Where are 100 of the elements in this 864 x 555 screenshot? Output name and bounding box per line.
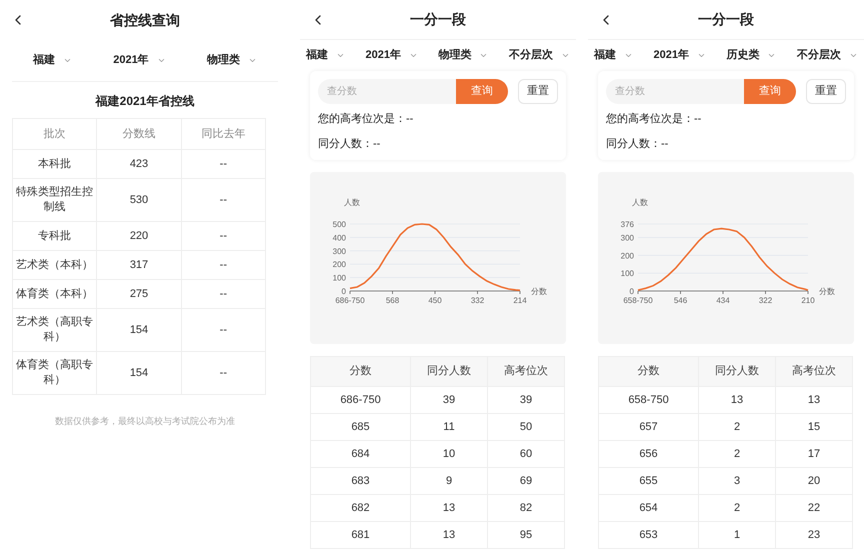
filter-dropdown[interactable]: 不分层次 bbox=[796, 46, 858, 64]
y-tick-label: 200 bbox=[620, 251, 634, 260]
column-header: 批次 bbox=[12, 118, 97, 150]
column-header: 高考位次 bbox=[776, 356, 852, 386]
y-axis-title: 人数 bbox=[632, 198, 648, 207]
table-cell: 684 bbox=[310, 440, 410, 468]
table-cell: 658-750 bbox=[598, 386, 698, 414]
table-cell: 本科批 bbox=[12, 150, 97, 178]
table-cell: 10 bbox=[410, 440, 488, 468]
table-cell: 专科批 bbox=[12, 222, 97, 250]
x-tick-label: 332 bbox=[470, 296, 484, 305]
table-cell: 317 bbox=[96, 250, 182, 280]
table-cell: 69 bbox=[488, 468, 564, 494]
table-cell: 艺术类（本科） bbox=[12, 250, 97, 280]
table-cell: 13 bbox=[698, 386, 776, 414]
column-header: 分数 bbox=[598, 356, 698, 386]
filter-dropdown[interactable]: 2021年 bbox=[654, 46, 706, 64]
filter-dropdown[interactable]: 不分层次 bbox=[508, 46, 570, 64]
filter-dropdown[interactable]: 历史类 bbox=[726, 46, 776, 64]
x-tick-label: 214 bbox=[513, 296, 527, 305]
table-cell: 20 bbox=[776, 468, 852, 494]
filter-dropdown[interactable]: 福建 bbox=[594, 46, 633, 64]
table-cell: 9 bbox=[410, 468, 488, 494]
y-tick-label: 0 bbox=[342, 287, 346, 296]
table-cell: 686-750 bbox=[310, 386, 410, 414]
reset-button[interactable]: 重置 bbox=[806, 79, 846, 104]
table-cell: 275 bbox=[96, 280, 182, 308]
score-input-field[interactable]: 查分数 bbox=[318, 79, 456, 104]
filter-dropdown[interactable]: 物理类 bbox=[438, 46, 488, 64]
score-input-field[interactable]: 查分数 bbox=[606, 79, 744, 104]
table-cell: 423 bbox=[96, 150, 182, 178]
y-tick-label: 500 bbox=[332, 220, 346, 229]
table-cell: 82 bbox=[488, 494, 564, 522]
chevron-down-icon bbox=[248, 56, 258, 65]
column-header: 分数线 bbox=[96, 118, 182, 150]
filter-dropdown[interactable]: 2021年 bbox=[113, 52, 166, 69]
y-tick-label: 400 bbox=[332, 233, 346, 242]
page-title: 一分一段 bbox=[410, 10, 466, 29]
table-cell: -- bbox=[181, 222, 266, 250]
table-cell: 2 bbox=[698, 414, 776, 440]
table-cell: 15 bbox=[776, 414, 852, 440]
chevron-down-icon bbox=[62, 56, 72, 65]
table-cell: -- bbox=[181, 178, 266, 222]
y-tick-label: 300 bbox=[332, 246, 346, 256]
x-tick-label: 658-750 bbox=[623, 296, 653, 305]
table-cell: 3 bbox=[698, 468, 776, 494]
table-cell: 39 bbox=[410, 386, 488, 414]
y-tick-label: 376 bbox=[620, 220, 634, 229]
table-cell: 22 bbox=[776, 494, 852, 522]
table-cell: 13 bbox=[410, 494, 488, 522]
chevron-down-icon bbox=[156, 56, 166, 65]
table-cell: 特殊类型招生控制线 bbox=[12, 178, 97, 222]
filter-dropdown[interactable]: 福建 bbox=[32, 52, 72, 69]
table-cell: 685 bbox=[310, 414, 410, 440]
table-cell: 682 bbox=[310, 494, 410, 522]
column-header: 同分人数 bbox=[410, 356, 488, 386]
x-tick-label: 450 bbox=[428, 296, 442, 305]
table-cell: 1 bbox=[698, 522, 776, 548]
page-title: 省控线查询 bbox=[110, 10, 180, 30]
table-cell: 530 bbox=[96, 178, 182, 222]
y-tick-label: 200 bbox=[332, 260, 346, 270]
table-cell: 艺术类（高职专科） bbox=[12, 308, 97, 352]
table-cell: 13 bbox=[776, 386, 852, 414]
y-tick-label: 100 bbox=[332, 274, 346, 283]
table-heading: 福建2021年省控线 bbox=[94, 93, 196, 110]
filter-dropdown[interactable]: 2021年 bbox=[366, 46, 418, 64]
filter-dropdown[interactable]: 物理类 bbox=[207, 52, 258, 69]
table-cell: 655 bbox=[598, 468, 698, 494]
x-axis-title: 分数 bbox=[819, 287, 835, 296]
x-tick-label: 546 bbox=[674, 296, 688, 305]
table-cell: 154 bbox=[96, 308, 182, 352]
table-cell: -- bbox=[181, 250, 266, 280]
page-title: 一分一段 bbox=[698, 10, 754, 29]
table-cell: 11 bbox=[410, 414, 488, 440]
table-cell: -- bbox=[181, 308, 266, 352]
x-tick-label: 568 bbox=[386, 296, 400, 305]
table-cell: -- bbox=[181, 150, 266, 178]
column-header: 分数 bbox=[310, 356, 410, 386]
table-cell: 23 bbox=[776, 522, 852, 548]
table-cell: 681 bbox=[310, 522, 410, 548]
x-tick-label: 322 bbox=[758, 296, 772, 305]
y-axis-title: 人数 bbox=[344, 198, 360, 207]
column-header: 高考位次 bbox=[488, 356, 564, 386]
table-cell: 39 bbox=[488, 386, 564, 414]
table-cell: -- bbox=[181, 352, 266, 394]
result-text: 您的高考位次是：-- bbox=[318, 112, 414, 127]
reset-button[interactable]: 重置 bbox=[518, 79, 558, 104]
x-tick-label: 686-750 bbox=[335, 296, 365, 305]
filter-dropdown[interactable]: 福建 bbox=[306, 46, 345, 64]
table-cell: -- bbox=[181, 280, 266, 308]
column-header: 同分人数 bbox=[698, 356, 776, 386]
table-cell: 体育类（高职专科） bbox=[12, 352, 97, 394]
result-text: 您的高考位次是：-- bbox=[606, 112, 702, 127]
table-cell: 13 bbox=[410, 522, 488, 548]
x-tick-label: 210 bbox=[801, 296, 815, 305]
table-cell: 体育类（本科） bbox=[12, 280, 97, 308]
y-tick-label: 0 bbox=[630, 287, 634, 296]
table-cell: 2 bbox=[698, 440, 776, 468]
table-cell: 683 bbox=[310, 468, 410, 494]
table-cell: 656 bbox=[598, 440, 698, 468]
